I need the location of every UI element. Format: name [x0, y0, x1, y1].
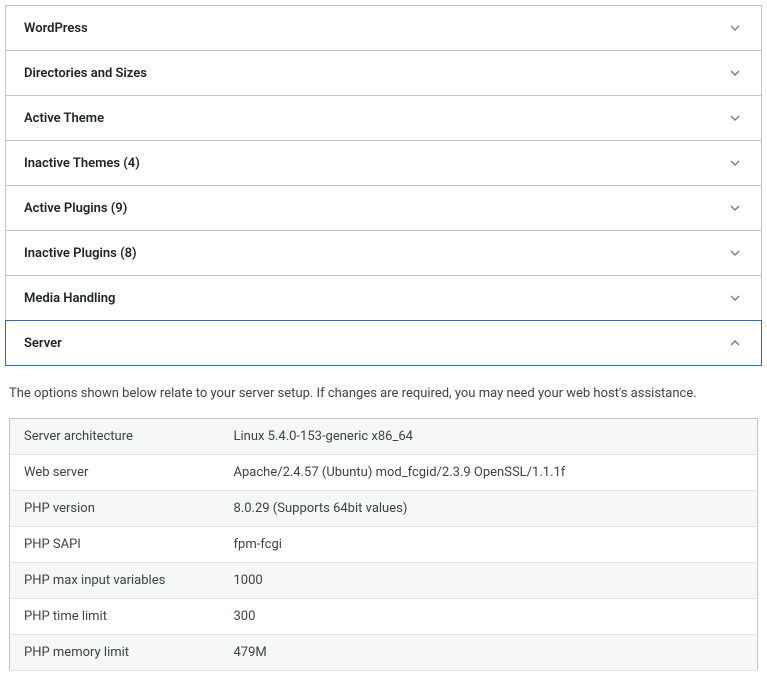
- panel-media-handling[interactable]: Media Handling: [6, 276, 761, 321]
- panel-label: Media Handling: [24, 291, 115, 306]
- panel-active-plugins[interactable]: Active Plugins (9): [6, 186, 761, 231]
- table-row: Web server Apache/2.4.57 (Ubuntu) mod_fc…: [10, 454, 758, 490]
- panel-server[interactable]: Server: [5, 320, 762, 366]
- row-label: PHP memory limit: [10, 634, 220, 670]
- table-row: PHP version 8.0.29 (Supports 64bit value…: [10, 490, 758, 526]
- chevron-down-icon: [727, 20, 743, 36]
- chevron-down-icon: [727, 110, 743, 126]
- panel-active-theme[interactable]: Active Theme: [6, 96, 761, 141]
- row-value: 479M: [220, 634, 758, 670]
- panel-label: Active Theme: [24, 111, 104, 126]
- panel-label: Inactive Plugins (8): [24, 246, 137, 261]
- panel-directories-sizes[interactable]: Directories and Sizes: [6, 51, 761, 96]
- chevron-down-icon: [727, 245, 743, 261]
- row-value: Apache/2.4.57 (Ubuntu) mod_fcgid/2.3.9 O…: [220, 454, 758, 490]
- table-row: PHP time limit 300: [10, 598, 758, 634]
- table-row: PHP memory limit 479M: [10, 634, 758, 670]
- table-row: Server architecture Linux 5.4.0-153-gene…: [10, 418, 758, 454]
- panel-inactive-themes[interactable]: Inactive Themes (4): [6, 141, 761, 186]
- row-label: PHP max input variables: [10, 562, 220, 598]
- row-value: 8.0.29 (Supports 64bit values): [220, 490, 758, 526]
- row-label: PHP version: [10, 490, 220, 526]
- row-value: fpm-fcgi: [220, 526, 758, 562]
- row-label: PHP time limit: [10, 598, 220, 634]
- row-value: Linux 5.4.0-153-generic x86_64: [220, 418, 758, 454]
- chevron-down-icon: [727, 65, 743, 81]
- panel-server-body: The options shown below relate to your s…: [5, 366, 762, 671]
- server-description: The options shown below relate to your s…: [5, 366, 762, 418]
- chevron-down-icon: [727, 200, 743, 216]
- panel-label: Active Plugins (9): [24, 201, 127, 216]
- panel-inactive-plugins[interactable]: Inactive Plugins (8): [6, 231, 761, 276]
- row-label: Server architecture: [10, 418, 220, 454]
- panel-wordpress[interactable]: WordPress: [6, 6, 761, 51]
- chevron-down-icon: [727, 155, 743, 171]
- panel-label: WordPress: [24, 21, 88, 36]
- panel-label: Directories and Sizes: [24, 66, 147, 81]
- table-row: PHP SAPI fpm-fcgi: [10, 526, 758, 562]
- table-row: PHP max input variables 1000: [10, 562, 758, 598]
- panel-label: Inactive Themes (4): [24, 156, 140, 171]
- row-label: PHP SAPI: [10, 526, 220, 562]
- panel-label: Server: [24, 336, 62, 351]
- accordion: WordPress Directories and Sizes Active T…: [5, 5, 762, 366]
- chevron-down-icon: [727, 290, 743, 306]
- row-value: 1000: [220, 562, 758, 598]
- row-value: 300: [220, 598, 758, 634]
- chevron-up-icon: [727, 335, 743, 351]
- row-label: Web server: [10, 454, 220, 490]
- server-info-table: Server architecture Linux 5.4.0-153-gene…: [9, 418, 758, 671]
